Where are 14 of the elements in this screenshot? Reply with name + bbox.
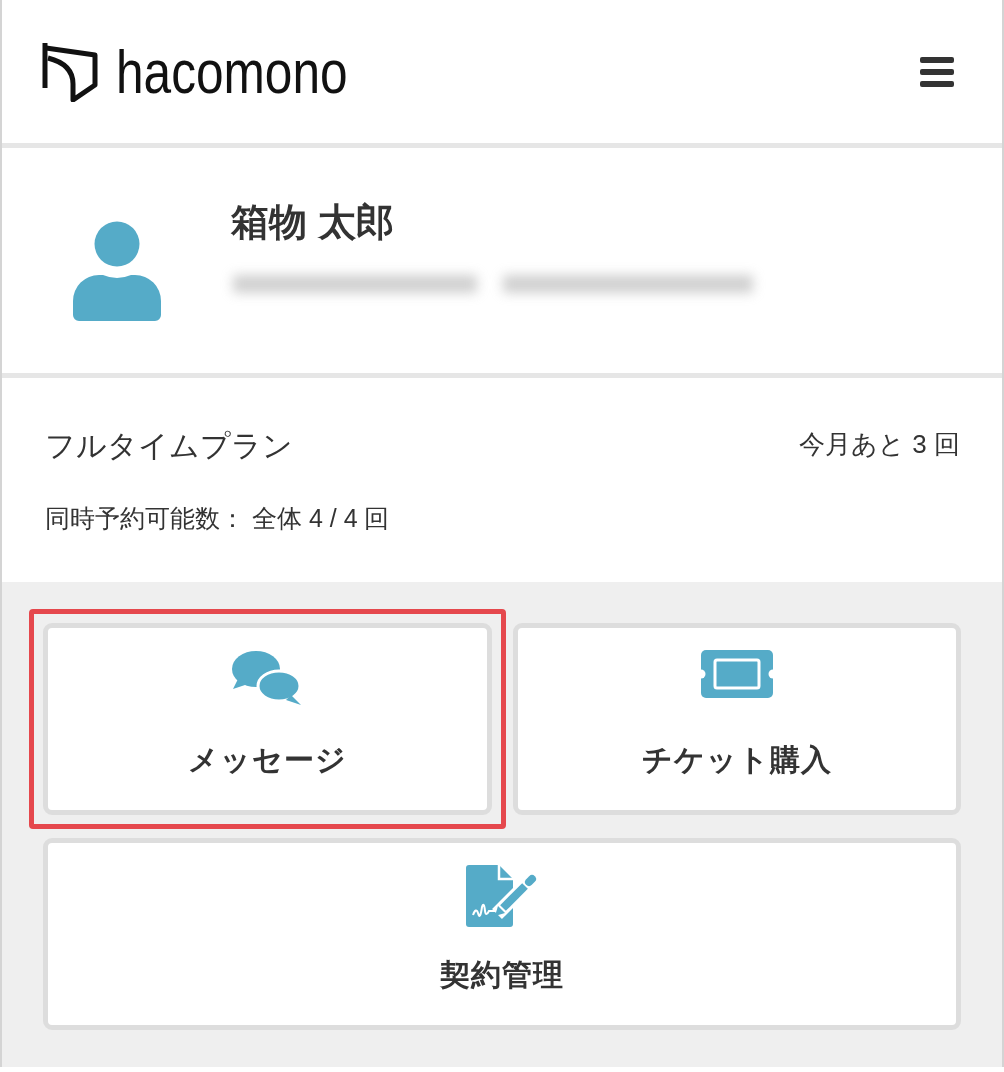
remaining-count: 今月あと 3 回 (799, 428, 960, 461)
user-name: 箱物 太郎 (231, 199, 394, 245)
logo-icon (42, 41, 98, 102)
menu-tile[interactable]: チケット購入 (512, 623, 961, 815)
concurrent-limit: 同時予約可能数： 全体 4 / 4 回 (45, 503, 390, 534)
plan-name: フルタイムプラン (45, 428, 293, 464)
menu-tile[interactable]: 契約管理 (43, 838, 961, 1030)
chat-bubbles-icon (231, 650, 304, 706)
menu-tile[interactable]: メッセージ (43, 623, 492, 815)
ticket-icon (700, 650, 773, 698)
logo-text: hacomono (116, 39, 348, 104)
user-avatar-icon (73, 220, 161, 321)
document-pencil-icon (466, 865, 538, 927)
menu-icon[interactable] (920, 56, 954, 87)
